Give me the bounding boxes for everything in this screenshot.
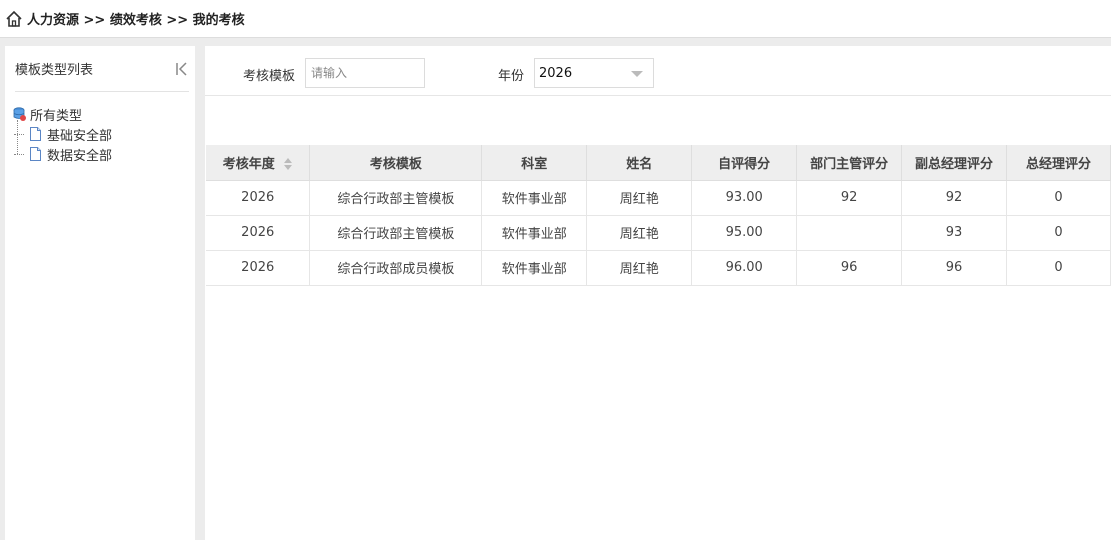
cell-department: 软件事业部 [481, 250, 588, 286]
cell-self-score: 96.00 [691, 250, 798, 286]
table-row[interactable]: 2026 综合行政部主管模板 软件事业部 周红艳 95.00 93 0 [206, 215, 1111, 251]
tree-node-label: 所有类型 [30, 108, 83, 124]
tree-node-label: 数据安全部 [47, 148, 113, 164]
cell-deputy-gm-score: 96 [901, 250, 1008, 286]
tree-connector [17, 120, 18, 154]
cell-gm-score: 0 [1006, 250, 1111, 286]
cell-gm-score: 0 [1006, 215, 1111, 251]
column-header-department: 科室 [481, 145, 588, 181]
cell-department: 软件事业部 [481, 215, 588, 251]
document-icon [30, 147, 41, 161]
table-row[interactable]: 2026 综合行政部成员模板 软件事业部 周红艳 96.00 96 96 0 [206, 250, 1111, 286]
table-header-row: 考核年度 考核模板 科室 姓名 自评得分 部门主管评分 副总经理评分 总经理评分 [206, 145, 1111, 181]
year-select[interactable]: 2026 [534, 58, 654, 88]
database-icon [13, 107, 26, 121]
cell-deputy-gm-score: 93 [901, 215, 1008, 251]
type-tree: 所有类型 基础安全部 数据安全部 [5, 92, 195, 164]
column-header-name: 姓名 [586, 145, 693, 181]
cell-template: 综合行政部主管模板 [309, 180, 483, 216]
sidebar-header: 模板类型列表 [15, 46, 189, 92]
sidebar-title: 模板类型列表 [15, 63, 94, 78]
cell-manager-score [796, 215, 903, 251]
sort-icon[interactable] [283, 157, 293, 171]
column-header-deputy-gm-score: 副总经理评分 [901, 145, 1008, 181]
tree-node-all-types[interactable]: 所有类型 [13, 104, 195, 124]
main-panel: 考核模板 年份 2026 考核年度 考核模板 科室 姓名 自评得分 部门主管评分… [205, 46, 1111, 540]
template-type-sidebar: 模板类型列表 所有类型 基础安全部 数据安全部 [5, 46, 195, 540]
tree-node-label: 基础安全部 [47, 128, 113, 144]
cell-self-score: 93.00 [691, 180, 798, 216]
column-header-year[interactable]: 考核年度 [206, 145, 311, 181]
cell-manager-score: 96 [796, 250, 903, 286]
filter-bar: 考核模板 年份 2026 [205, 46, 1111, 96]
table-row[interactable]: 2026 综合行政部主管模板 软件事业部 周红艳 93.00 92 92 0 [206, 180, 1111, 216]
cell-manager-score: 92 [796, 180, 903, 216]
cell-self-score: 95.00 [691, 215, 798, 251]
year-select-value: 2026 [539, 65, 573, 81]
year-label: 年份 [498, 69, 525, 84]
document-icon [30, 127, 41, 141]
column-header-template: 考核模板 [309, 145, 483, 181]
tree-node-data-security[interactable]: 数据安全部 [13, 144, 195, 164]
column-header-self-score: 自评得分 [691, 145, 798, 181]
cell-deputy-gm-score: 92 [901, 180, 1008, 216]
template-search-input[interactable] [305, 58, 425, 88]
chevron-down-icon [631, 71, 643, 77]
home-icon[interactable] [5, 10, 23, 28]
tree-node-basic-security[interactable]: 基础安全部 [13, 124, 195, 144]
cell-department: 软件事业部 [481, 180, 588, 216]
cell-gm-score: 0 [1006, 180, 1111, 216]
cell-name: 周红艳 [586, 180, 693, 216]
collapse-left-icon[interactable] [175, 61, 189, 76]
cell-name: 周红艳 [586, 250, 693, 286]
breadcrumb-bar: 人力资源 >> 绩效考核 >> 我的考核 [0, 0, 1111, 38]
breadcrumb: 人力资源 >> 绩效考核 >> 我的考核 [27, 13, 245, 28]
cell-template: 综合行政部主管模板 [309, 215, 483, 251]
column-header-gm-score: 总经理评分 [1006, 145, 1111, 181]
template-label: 考核模板 [243, 69, 296, 84]
cell-template: 综合行政部成员模板 [309, 250, 483, 286]
column-header-manager-score: 部门主管评分 [796, 145, 903, 181]
cell-year: 2026 [206, 250, 311, 286]
assessment-table: 考核年度 考核模板 科室 姓名 自评得分 部门主管评分 副总经理评分 总经理评分… [206, 145, 1111, 286]
cell-year: 2026 [206, 215, 311, 251]
cell-name: 周红艳 [586, 215, 693, 251]
cell-year: 2026 [206, 180, 311, 216]
